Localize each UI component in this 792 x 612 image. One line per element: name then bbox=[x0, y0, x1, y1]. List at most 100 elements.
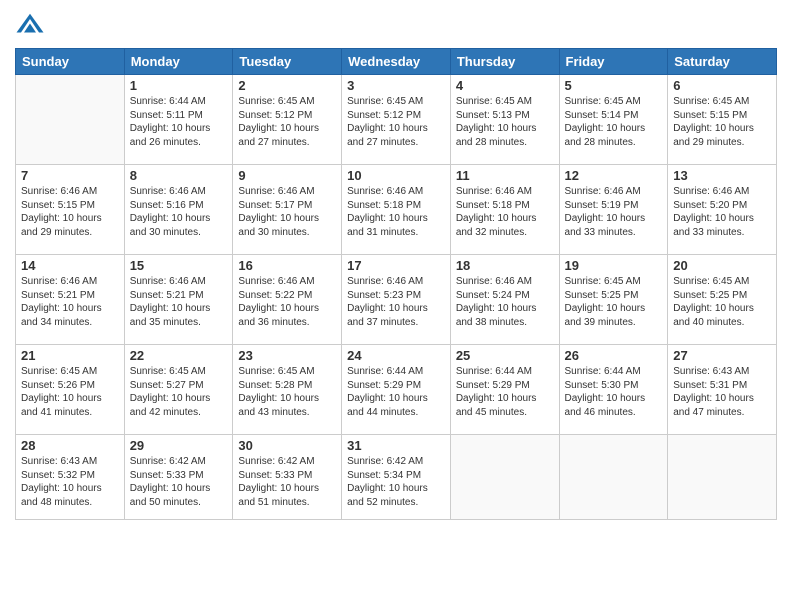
day-number: 9 bbox=[238, 168, 336, 183]
day-number: 19 bbox=[565, 258, 663, 273]
calendar-cell: 1Sunrise: 6:44 AM Sunset: 5:11 PM Daylig… bbox=[124, 75, 233, 165]
day-header-monday: Monday bbox=[124, 49, 233, 75]
day-header-sunday: Sunday bbox=[16, 49, 125, 75]
calendar-cell: 5 Sunrise: 6:45 AM Sunset: 5:14 PM Daylig… bbox=[559, 75, 668, 165]
week-row-1: 1Sunrise: 6:44 AM Sunset: 5:11 PM Daylig… bbox=[16, 75, 777, 165]
week-row-3: 14 Sunrise: 6:46 AM Sunset: 5:21 PM Dayli… bbox=[16, 255, 777, 345]
calendar-cell: 11 Sunrise: 6:46 AM Sunset: 5:18 PM Dayli… bbox=[450, 165, 559, 255]
calendar-cell bbox=[559, 435, 668, 520]
cell-info: Sunrise: 6:43 AM Sunset: 5:31 PM Dayligh… bbox=[673, 365, 771, 419]
day-number: 25 bbox=[456, 348, 554, 363]
day-header-friday: Friday bbox=[559, 49, 668, 75]
day-number: 14 bbox=[21, 258, 119, 273]
cell-info: Sunrise: 6:44 AM Sunset: 5:29 PM Dayligh… bbox=[456, 365, 554, 419]
calendar-cell: 18Sunrise: 6:46 AM Sunset: 5:24 PM Dayli… bbox=[450, 255, 559, 345]
cell-info: Sunrise: 6:46 AM Sunset: 5:15 PM Dayligh… bbox=[21, 185, 119, 239]
cell-info: Sunrise: 6:45 AM Sunset: 5:26 PM Dayligh… bbox=[21, 365, 119, 419]
cell-info: Sunrise: 6:46 AM Sunset: 5:18 PM Dayligh… bbox=[347, 185, 445, 239]
day-number: 12 bbox=[565, 168, 663, 183]
calendar-cell: 25 Sunrise: 6:44 AM Sunset: 5:29 PM Dayli… bbox=[450, 345, 559, 435]
calendar-cell: 19 Sunrise: 6:45 AM Sunset: 5:25 PM Dayli… bbox=[559, 255, 668, 345]
calendar-cell: 28 Sunrise: 6:43 AM Sunset: 5:32 PM Dayli… bbox=[16, 435, 125, 520]
day-number: 16 bbox=[238, 258, 336, 273]
cell-info: Sunrise: 6:45 AM Sunset: 5:12 PM Dayligh… bbox=[347, 95, 445, 149]
day-header-row: SundayMondayTuesdayWednesdayThursdayFrid… bbox=[16, 49, 777, 75]
logo-area bbox=[15, 10, 49, 40]
calendar-cell: 4Sunrise: 6:45 AM Sunset: 5:13 PM Daylig… bbox=[450, 75, 559, 165]
cell-info: Sunrise: 6:46 AM Sunset: 5:19 PM Dayligh… bbox=[565, 185, 663, 239]
cell-info: Sunrise: 6:46 AM Sunset: 5:18 PM Dayligh… bbox=[456, 185, 554, 239]
calendar-cell: 3 Sunrise: 6:45 AM Sunset: 5:12 PM Daylig… bbox=[342, 75, 451, 165]
calendar-cell bbox=[450, 435, 559, 520]
cell-info: Sunrise: 6:46 AM Sunset: 5:21 PM Dayligh… bbox=[21, 275, 119, 329]
day-number: 2 bbox=[238, 78, 336, 93]
calendar-cell: 31 Sunrise: 6:42 AM Sunset: 5:34 PM Dayli… bbox=[342, 435, 451, 520]
cell-info: Sunrise: 6:43 AM Sunset: 5:32 PM Dayligh… bbox=[21, 455, 119, 509]
week-row-2: 7Sunrise: 6:46 AM Sunset: 5:15 PM Daylig… bbox=[16, 165, 777, 255]
calendar-cell: 21 Sunrise: 6:45 AM Sunset: 5:26 PM Dayli… bbox=[16, 345, 125, 435]
header bbox=[15, 10, 777, 40]
calendar-cell: 2 Sunrise: 6:45 AM Sunset: 5:12 PM Daylig… bbox=[233, 75, 342, 165]
day-number: 22 bbox=[130, 348, 228, 363]
day-number: 5 bbox=[565, 78, 663, 93]
day-number: 4 bbox=[456, 78, 554, 93]
day-header-tuesday: Tuesday bbox=[233, 49, 342, 75]
cell-info: Sunrise: 6:46 AM Sunset: 5:21 PM Dayligh… bbox=[130, 275, 228, 329]
cell-info: Sunrise: 6:46 AM Sunset: 5:17 PM Dayligh… bbox=[238, 185, 336, 239]
day-number: 23 bbox=[238, 348, 336, 363]
cell-info: Sunrise: 6:46 AM Sunset: 5:23 PM Dayligh… bbox=[347, 275, 445, 329]
calendar-cell: 14 Sunrise: 6:46 AM Sunset: 5:21 PM Dayli… bbox=[16, 255, 125, 345]
calendar-cell bbox=[668, 435, 777, 520]
cell-info: Sunrise: 6:45 AM Sunset: 5:15 PM Dayligh… bbox=[673, 95, 771, 149]
calendar-cell: 24 Sunrise: 6:44 AM Sunset: 5:29 PM Dayli… bbox=[342, 345, 451, 435]
calendar-table: SundayMondayTuesdayWednesdayThursdayFrid… bbox=[15, 48, 777, 520]
calendar-cell: 22 Sunrise: 6:45 AM Sunset: 5:27 PM Dayli… bbox=[124, 345, 233, 435]
calendar-cell: 26 Sunrise: 6:44 AM Sunset: 5:30 PM Dayli… bbox=[559, 345, 668, 435]
day-header-saturday: Saturday bbox=[668, 49, 777, 75]
day-number: 6 bbox=[673, 78, 771, 93]
day-header-thursday: Thursday bbox=[450, 49, 559, 75]
cell-info: Sunrise: 6:44 AM Sunset: 5:29 PM Dayligh… bbox=[347, 365, 445, 419]
calendar-cell: 17 Sunrise: 6:46 AM Sunset: 5:23 PM Dayli… bbox=[342, 255, 451, 345]
day-number: 20 bbox=[673, 258, 771, 273]
day-number: 30 bbox=[238, 438, 336, 453]
cell-info: Sunrise: 6:46 AM Sunset: 5:16 PM Dayligh… bbox=[130, 185, 228, 239]
day-number: 31 bbox=[347, 438, 445, 453]
cell-info: Sunrise: 6:42 AM Sunset: 5:34 PM Dayligh… bbox=[347, 455, 445, 509]
day-number: 27 bbox=[673, 348, 771, 363]
calendar-cell: 9 Sunrise: 6:46 AM Sunset: 5:17 PM Daylig… bbox=[233, 165, 342, 255]
cell-info: Sunrise: 6:45 AM Sunset: 5:12 PM Dayligh… bbox=[238, 95, 336, 149]
day-number: 24 bbox=[347, 348, 445, 363]
calendar-cell: 7Sunrise: 6:46 AM Sunset: 5:15 PM Daylig… bbox=[16, 165, 125, 255]
cell-info: Sunrise: 6:46 AM Sunset: 5:22 PM Dayligh… bbox=[238, 275, 336, 329]
cell-info: Sunrise: 6:44 AM Sunset: 5:30 PM Dayligh… bbox=[565, 365, 663, 419]
calendar-cell: 27 Sunrise: 6:43 AM Sunset: 5:31 PM Dayli… bbox=[668, 345, 777, 435]
calendar-cell: 13 Sunrise: 6:46 AM Sunset: 5:20 PM Dayli… bbox=[668, 165, 777, 255]
day-number: 13 bbox=[673, 168, 771, 183]
page: SundayMondayTuesdayWednesdayThursdayFrid… bbox=[0, 0, 792, 612]
day-number: 8 bbox=[130, 168, 228, 183]
cell-info: Sunrise: 6:45 AM Sunset: 5:14 PM Dayligh… bbox=[565, 95, 663, 149]
day-number: 28 bbox=[21, 438, 119, 453]
cell-info: Sunrise: 6:46 AM Sunset: 5:20 PM Dayligh… bbox=[673, 185, 771, 239]
calendar-cell: 16 Sunrise: 6:46 AM Sunset: 5:22 PM Dayli… bbox=[233, 255, 342, 345]
calendar-cell: 23Sunrise: 6:45 AM Sunset: 5:28 PM Dayli… bbox=[233, 345, 342, 435]
day-number: 21 bbox=[21, 348, 119, 363]
cell-info: Sunrise: 6:45 AM Sunset: 5:25 PM Dayligh… bbox=[565, 275, 663, 329]
day-number: 1 bbox=[130, 78, 228, 93]
cell-info: Sunrise: 6:42 AM Sunset: 5:33 PM Dayligh… bbox=[130, 455, 228, 509]
day-number: 18 bbox=[456, 258, 554, 273]
calendar-cell: 6 Sunrise: 6:45 AM Sunset: 5:15 PM Daylig… bbox=[668, 75, 777, 165]
week-row-5: 28 Sunrise: 6:43 AM Sunset: 5:32 PM Dayli… bbox=[16, 435, 777, 520]
day-number: 3 bbox=[347, 78, 445, 93]
day-header-wednesday: Wednesday bbox=[342, 49, 451, 75]
week-row-4: 21 Sunrise: 6:45 AM Sunset: 5:26 PM Dayli… bbox=[16, 345, 777, 435]
day-number: 11 bbox=[456, 168, 554, 183]
calendar-cell: 8 Sunrise: 6:46 AM Sunset: 5:16 PM Daylig… bbox=[124, 165, 233, 255]
day-number: 17 bbox=[347, 258, 445, 273]
cell-info: Sunrise: 6:45 AM Sunset: 5:27 PM Dayligh… bbox=[130, 365, 228, 419]
day-number: 10 bbox=[347, 168, 445, 183]
calendar-cell: 29Sunrise: 6:42 AM Sunset: 5:33 PM Dayli… bbox=[124, 435, 233, 520]
day-number: 26 bbox=[565, 348, 663, 363]
calendar-cell: 10 Sunrise: 6:46 AM Sunset: 5:18 PM Dayli… bbox=[342, 165, 451, 255]
